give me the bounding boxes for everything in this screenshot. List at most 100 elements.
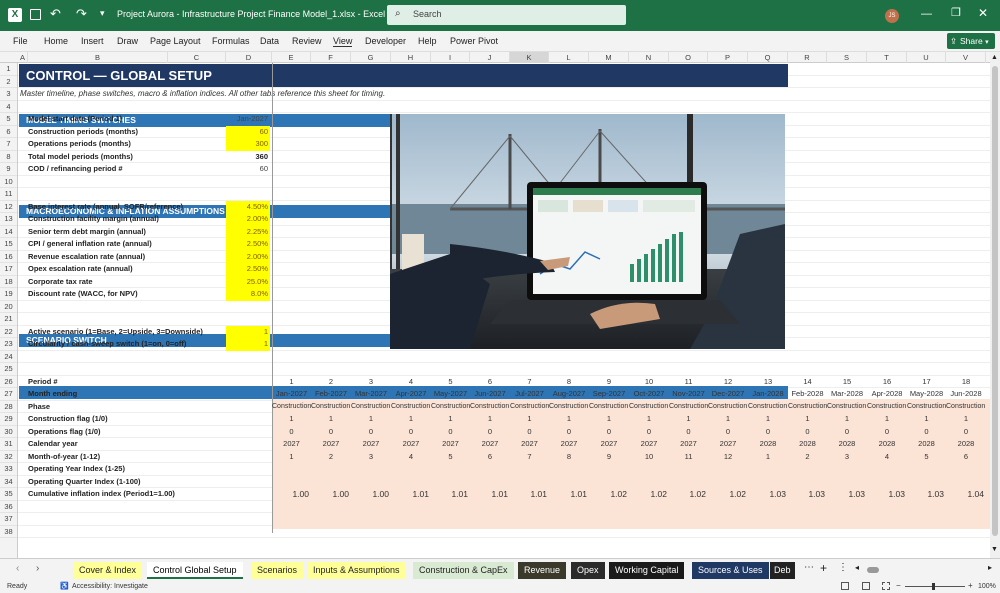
construction-flag-cell[interactable]: 1 [748,413,788,426]
month-of-year-cell[interactable]: 5 [907,451,946,464]
row-header[interactable]: 10 [0,176,17,188]
tab-control-global-setup[interactable]: Control Global Setup [147,562,243,579]
operations-flag-cell[interactable]: 0 [867,426,907,439]
inflation-index-cell[interactable]: 1.03 [867,488,907,501]
tab-revenue[interactable]: Revenue [518,562,567,579]
zoom-out-icon[interactable]: − [896,581,901,590]
restore-icon[interactable]: ❐ [951,6,961,19]
period-cell[interactable]: 5 [431,376,470,389]
excel-app-icon[interactable]: X [8,8,22,22]
operations-flag-cell[interactable]: 0 [788,426,827,439]
phase-cell[interactable]: Construction [272,401,311,414]
month-of-year-cell[interactable]: 11 [669,451,708,464]
menu-insert[interactable]: Insert [81,36,104,46]
row-header[interactable]: 26 [0,376,17,388]
macro-input[interactable]: 8.0% [226,288,270,301]
zoom-slider-thumb[interactable] [932,583,935,590]
operations-flag-cell[interactable]: 0 [669,426,708,439]
normal-view-icon[interactable] [841,582,849,590]
inflation-index-cell[interactable]: 1.04 [946,488,986,501]
tab-working-capital[interactable]: Working Capital [609,562,685,579]
column-header[interactable]: A [18,52,28,63]
undo-icon[interactable]: ↶ [50,6,61,22]
page-layout-view-icon[interactable] [862,582,870,590]
construction-flag-cell[interactable]: 1 [311,413,351,426]
column-header[interactable]: N [629,52,669,63]
row-header[interactable]: 1 [0,63,17,76]
column-header[interactable]: L [549,52,589,63]
macro-input[interactable]: 2.00% [226,250,270,263]
scroll-thumb[interactable] [992,66,998,536]
menu-power-pivot[interactable]: Power Pivot [450,36,498,46]
row-header[interactable]: 36 [0,501,17,513]
row-header[interactable]: 24 [0,351,17,363]
period-cell[interactable]: 18 [946,376,986,389]
tab-scroll-right-icon[interactable]: › [36,563,39,574]
construction-flag-cell[interactable]: 1 [907,413,946,426]
construction-flag-cell[interactable]: 1 [272,413,311,426]
month-of-year-cell[interactable]: 4 [391,451,431,464]
tab-inputs-assumptions[interactable]: Inputs & Assumptions [307,562,406,579]
operations-flag-cell[interactable]: 0 [827,426,867,439]
operations-flag-cell[interactable]: 0 [470,426,510,439]
zoom-in-icon[interactable]: + [968,581,973,590]
construction-flag-cell[interactable]: 1 [946,413,986,426]
row-header[interactable]: 29 [0,413,17,426]
inflation-index-cell[interactable]: 1.00 [311,488,351,501]
month-of-year-cell[interactable]: 1 [748,451,788,464]
period-cell[interactable]: 12 [708,376,748,389]
share-button[interactable]: ⇪ Share ▾ [947,33,995,49]
calendar-year-cell[interactable]: 2028 [827,438,867,451]
construction-flag-cell[interactable]: 1 [431,413,470,426]
phase-cell[interactable]: Construction [549,401,589,414]
month-cell[interactable]: Jan-2028 [748,388,788,401]
operations-flag-cell[interactable]: 0 [946,426,986,439]
vertical-scrollbar[interactable]: ▲ ▼ [990,52,1000,558]
row-header[interactable]: 28 [0,401,17,413]
row-header[interactable]: 8 [0,151,17,163]
month-of-year-cell[interactable]: 10 [629,451,669,464]
scenario-input[interactable]: 1 [226,338,270,351]
phase-cell[interactable]: Construction [311,401,351,414]
scroll-up-icon[interactable]: ▲ [991,54,998,61]
zoom-level[interactable]: 100% [978,583,996,590]
operations-flag-cell[interactable]: 0 [549,426,589,439]
tab-opex[interactable]: Opex [571,562,605,579]
period-cell[interactable]: 8 [549,376,589,389]
column-header[interactable]: U [907,52,946,63]
macro-input[interactable]: 4.50% [226,200,270,213]
month-of-year-cell[interactable]: 3 [351,451,391,464]
month-cell[interactable]: Jan-2027 [272,388,311,401]
menu-page-layout[interactable]: Page Layout [150,36,201,46]
row-header[interactable]: 21 [0,313,17,326]
row-header[interactable]: 25 [0,363,17,376]
page-break-view-icon[interactable] [882,582,890,590]
construction-flag-cell[interactable]: 1 [669,413,708,426]
period-cell[interactable]: 7 [510,376,549,389]
phase-cell[interactable]: Construction [391,401,431,414]
row-header[interactable]: 7 [0,138,17,151]
row-header[interactable]: 27 [0,388,17,401]
month-cell[interactable]: Jun-2028 [946,388,986,401]
minimize-icon[interactable]: — [921,8,932,20]
more-tabs-icon[interactable]: ⋯ [804,562,814,573]
inflation-index-cell[interactable]: 1.03 [748,488,788,501]
period-cell[interactable]: 6 [470,376,510,389]
operations-flag-cell[interactable]: 0 [391,426,431,439]
column-header[interactable]: I [431,52,470,63]
column-header[interactable]: M [589,52,629,63]
tab-cover-index[interactable]: Cover & Index [73,562,143,579]
period-cell[interactable]: 13 [748,376,788,389]
month-cell[interactable]: Mar-2027 [351,388,391,401]
column-header[interactable]: E [272,52,311,63]
row-header[interactable]: 16 [0,251,17,263]
phase-cell[interactable]: Construction [867,401,907,414]
worksheet-grid[interactable]: CONTROL — GLOBAL SETUP Master timeline, … [18,63,990,558]
phase-cell[interactable]: Construction [669,401,708,414]
row-header[interactable]: 31 [0,438,17,451]
calendar-year-cell[interactable]: 2027 [549,438,589,451]
construction-flag-cell[interactable]: 1 [867,413,907,426]
row-header[interactable]: 13 [0,213,17,226]
timing-value[interactable]: 60 [226,125,270,138]
month-of-year-cell[interactable]: 1 [272,451,311,464]
